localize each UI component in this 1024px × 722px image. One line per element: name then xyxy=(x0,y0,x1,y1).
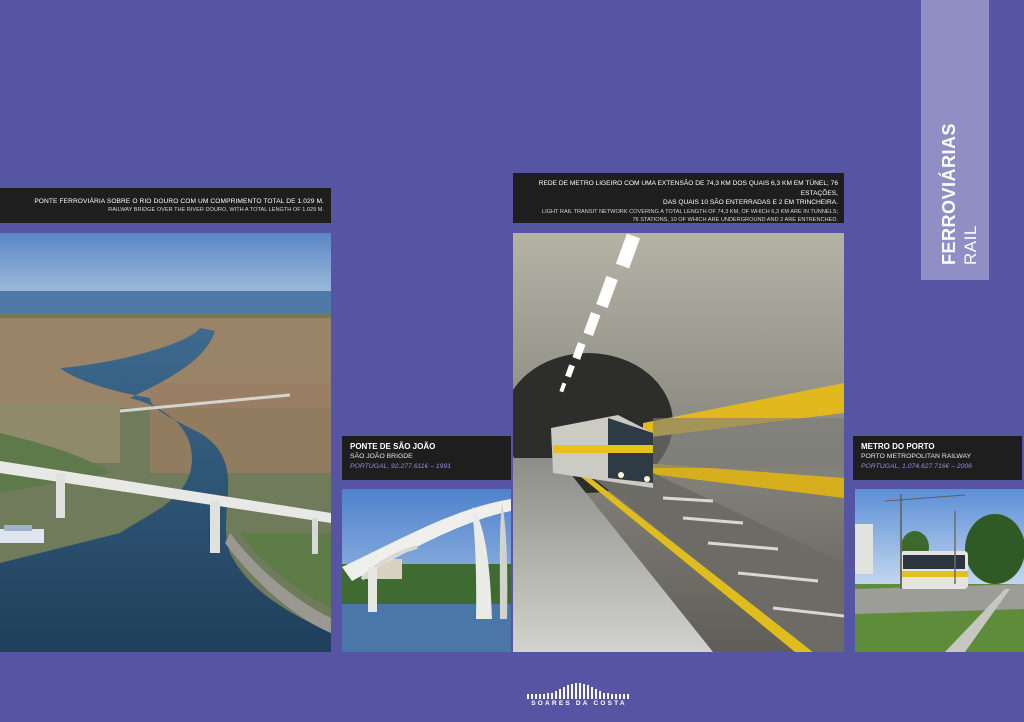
metro-caption-en-2: 76 STATIONS, 10 OF WHICH ARE UNDERGROUND… xyxy=(632,217,838,223)
section-title-en: RAIL xyxy=(961,225,980,265)
douro-bridge-caption: PONTE FERROVIÁRIA SOBRE O RIO DOURO COM … xyxy=(0,188,331,223)
metro-caption-pt-2: DAS QUAIS 10 SÃO ENTERRADAS E 2 EM TRINC… xyxy=(662,199,838,206)
section-title-pt: FERROVIÁRIAS xyxy=(939,122,959,265)
metro-porto-title: METRO DO PORTO xyxy=(861,442,935,451)
metro-porto-caption: METRO DO PORTO PORTO METROPOLITAN RAILWA… xyxy=(853,436,1022,480)
sao-joao-title: PONTE DE SÃO JOÃO xyxy=(350,442,436,451)
logo-bars-icon xyxy=(527,683,629,699)
soares-da-costa-logo: SOARES DA COSTA xyxy=(527,683,631,711)
metro-porto-details: PORTUGAL, 1.074.627.716€ – 2006 xyxy=(861,463,972,470)
douro-aerial-photo xyxy=(0,233,331,652)
douro-caption-pt: PONTE FERROVIÁRIA SOBRE O RIO DOURO COM … xyxy=(34,198,324,205)
metro-station-photo xyxy=(513,233,844,652)
sao-joao-photo xyxy=(342,489,511,652)
metro-caption-pt-1: REDE DE METRO LIGEIRO COM UMA EXTENSÃO D… xyxy=(538,180,838,197)
sao-joao-details: PORTUGAL, 92.277.611€ – 1991 xyxy=(350,463,452,470)
logo-text: SOARES DA COSTA xyxy=(531,700,627,707)
douro-caption-en: RAILWAY BRIDGE OVER THE RIVER DOURO, WIT… xyxy=(108,207,324,213)
metro-network-caption: REDE DE METRO LIGEIRO COM UMA EXTENSÃO D… xyxy=(513,173,844,223)
sao-joao-caption: PONTE DE SÃO JOÃO SÃO JOÃO BRIGDE PORTUG… xyxy=(342,436,511,480)
metro-caption-en-1: LIGHT RAIL TRANSIT NETWORK COVERING A TO… xyxy=(541,208,838,215)
section-tab: FERROVIÁRIAS RAIL xyxy=(921,0,989,280)
tram-photo xyxy=(855,489,1024,652)
metro-porto-subtitle: PORTO METROPOLITAN RAILWAY xyxy=(861,453,972,460)
sao-joao-subtitle: SÃO JOÃO BRIGDE xyxy=(350,453,413,460)
